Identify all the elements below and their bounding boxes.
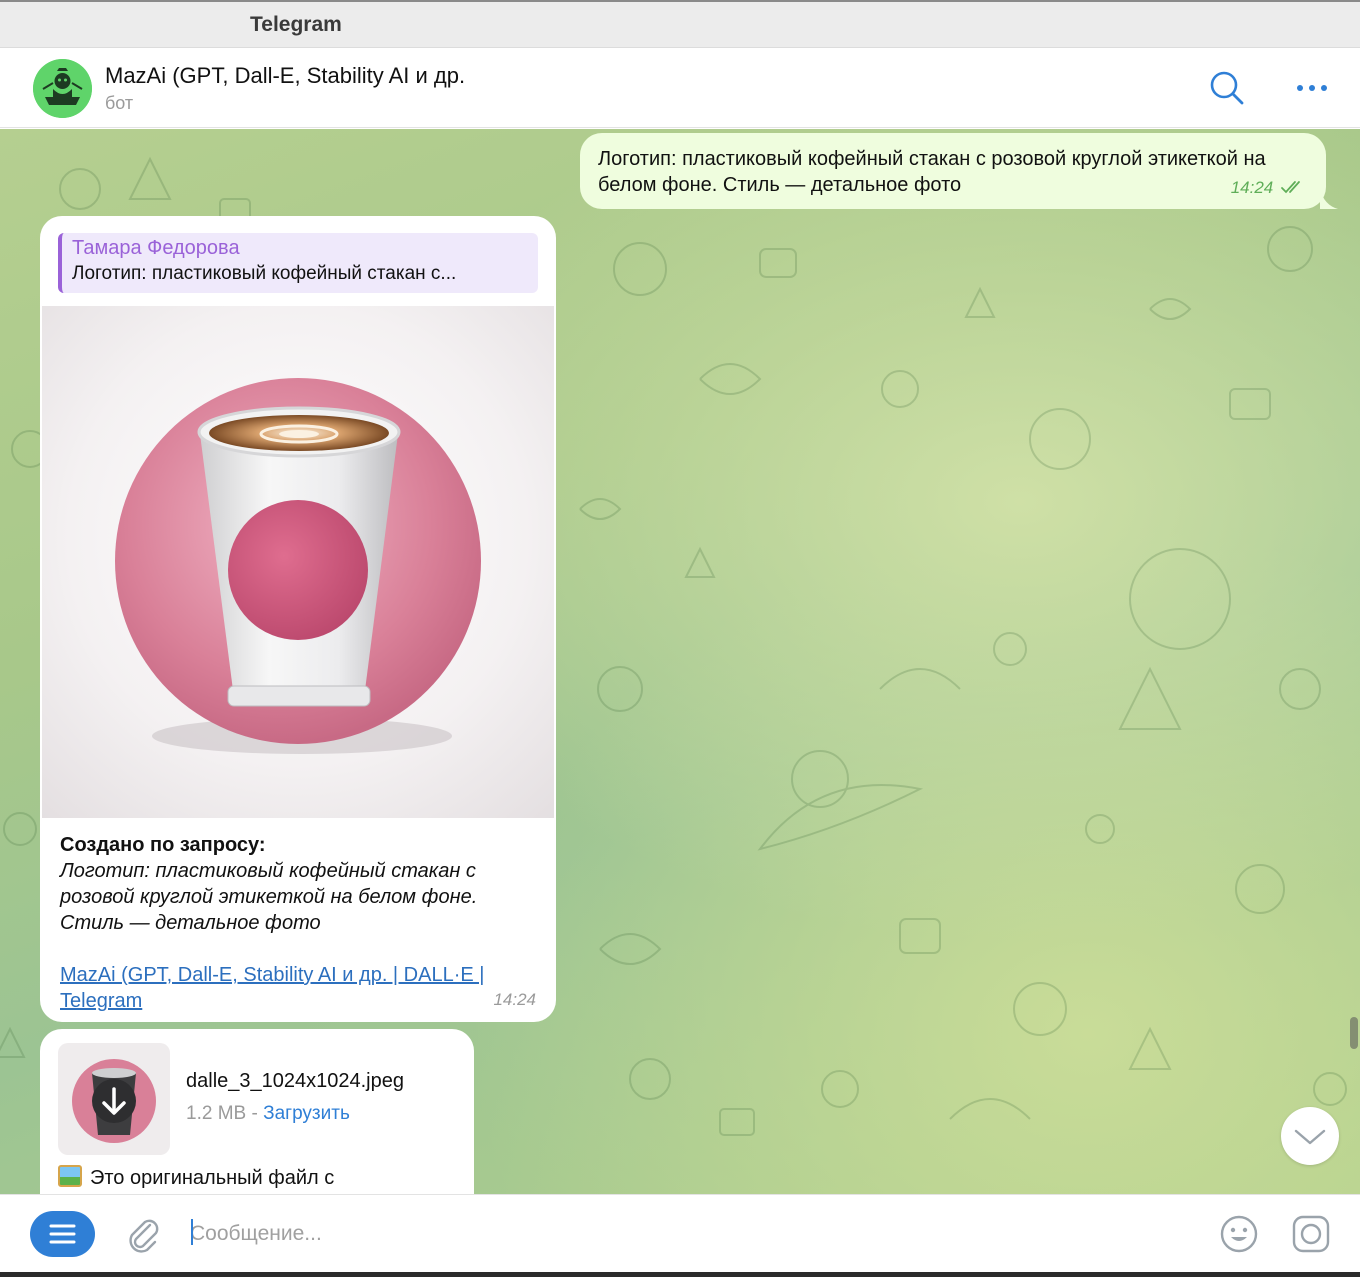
file-size: 1.2 MB [186, 1103, 247, 1124]
menu-lines-icon [49, 1224, 76, 1244]
chat-history[interactable]: Логотип: пластиковый кофейный стакан с р… [0, 129, 1360, 1194]
message-time: 14:24 [493, 990, 536, 1009]
caption-heading: Создано по запросу: [60, 834, 266, 856]
bot-menu-button[interactable] [30, 1211, 95, 1257]
chat-header: MazAi (GPT, Dall-E, Stability AI и др. б… [0, 48, 1360, 128]
picture-emoji-icon [58, 1165, 82, 1187]
window-title: Telegram [250, 13, 342, 36]
outgoing-message-text: Логотип: пластиковый кофейный стакан с р… [598, 148, 1266, 196]
paperclip-icon [129, 1219, 159, 1253]
bubble-tail [1320, 189, 1338, 209]
chat-title[interactable]: MazAi (GPT, Dall-E, Stability AI и др. [105, 63, 465, 89]
more-dots-icon[interactable] [1292, 68, 1332, 108]
title-bar: Telegram [0, 2, 1360, 48]
message-time: 14:24 [1230, 178, 1274, 197]
reply-quote[interactable]: Тамара Федорова Логотип: пластиковый коф… [58, 233, 538, 293]
camera-icon [1292, 1215, 1330, 1253]
emoji-smile-icon [1220, 1215, 1258, 1253]
caption-body: Логотип: пластиковый кофейный стакан с р… [60, 860, 478, 934]
camera-button[interactable] [1290, 1213, 1332, 1255]
file-info: 1.2 MB - Загрузить [186, 1103, 350, 1125]
file-note: Это оригинальный файл с [58, 1165, 334, 1190]
bot-avatar-icon[interactable] [33, 59, 92, 118]
scroll-down-button[interactable] [1281, 1107, 1339, 1165]
scrollbar-thumb[interactable] [1350, 1017, 1358, 1049]
message-meta: 14:24 [1231, 178, 1306, 198]
chevron-down-icon [1294, 1129, 1326, 1145]
chat-subtitle: бот [105, 93, 134, 113]
file-name[interactable]: dalle_3_1024x1024.jpeg [186, 1070, 404, 1093]
attach-button[interactable] [122, 1213, 164, 1255]
incoming-file-message[interactable]: dalle_3_1024x1024.jpeg 1.2 MB - Загрузит… [40, 1029, 474, 1194]
caption-link[interactable]: MazAi (GPT, Dall-E, Stability AI и др. |… [60, 962, 520, 1014]
emoji-button[interactable] [1218, 1213, 1260, 1255]
message-composer [0, 1194, 1360, 1272]
outgoing-message[interactable]: Логотип: пластиковый кофейный стакан с р… [580, 133, 1326, 209]
double-check-icon [1281, 181, 1300, 194]
photo-caption: Создано по запросу: Логотип: пластиковый… [60, 832, 540, 1014]
file-note-text: Это оригинальный файл с [90, 1167, 335, 1189]
file-info-separator: - [246, 1103, 264, 1124]
file-thumbnail[interactable] [58, 1043, 170, 1155]
incoming-photo-message[interactable]: Тамара Федорова Логотип: пластиковый коф… [40, 216, 556, 1022]
text-caret [191, 1219, 193, 1245]
message-input[interactable] [190, 1217, 1170, 1251]
search-icon[interactable] [1207, 68, 1247, 108]
telegram-window: Telegram MazAi (GPT, Dall-E, Stability A… [0, 0, 1360, 1277]
reply-author: Тамара Федорова [72, 237, 240, 259]
download-link[interactable]: Загрузить [263, 1103, 350, 1124]
generated-image[interactable] [42, 306, 554, 818]
reply-text: Логотип: пластиковый кофейный стакан с..… [72, 263, 457, 284]
